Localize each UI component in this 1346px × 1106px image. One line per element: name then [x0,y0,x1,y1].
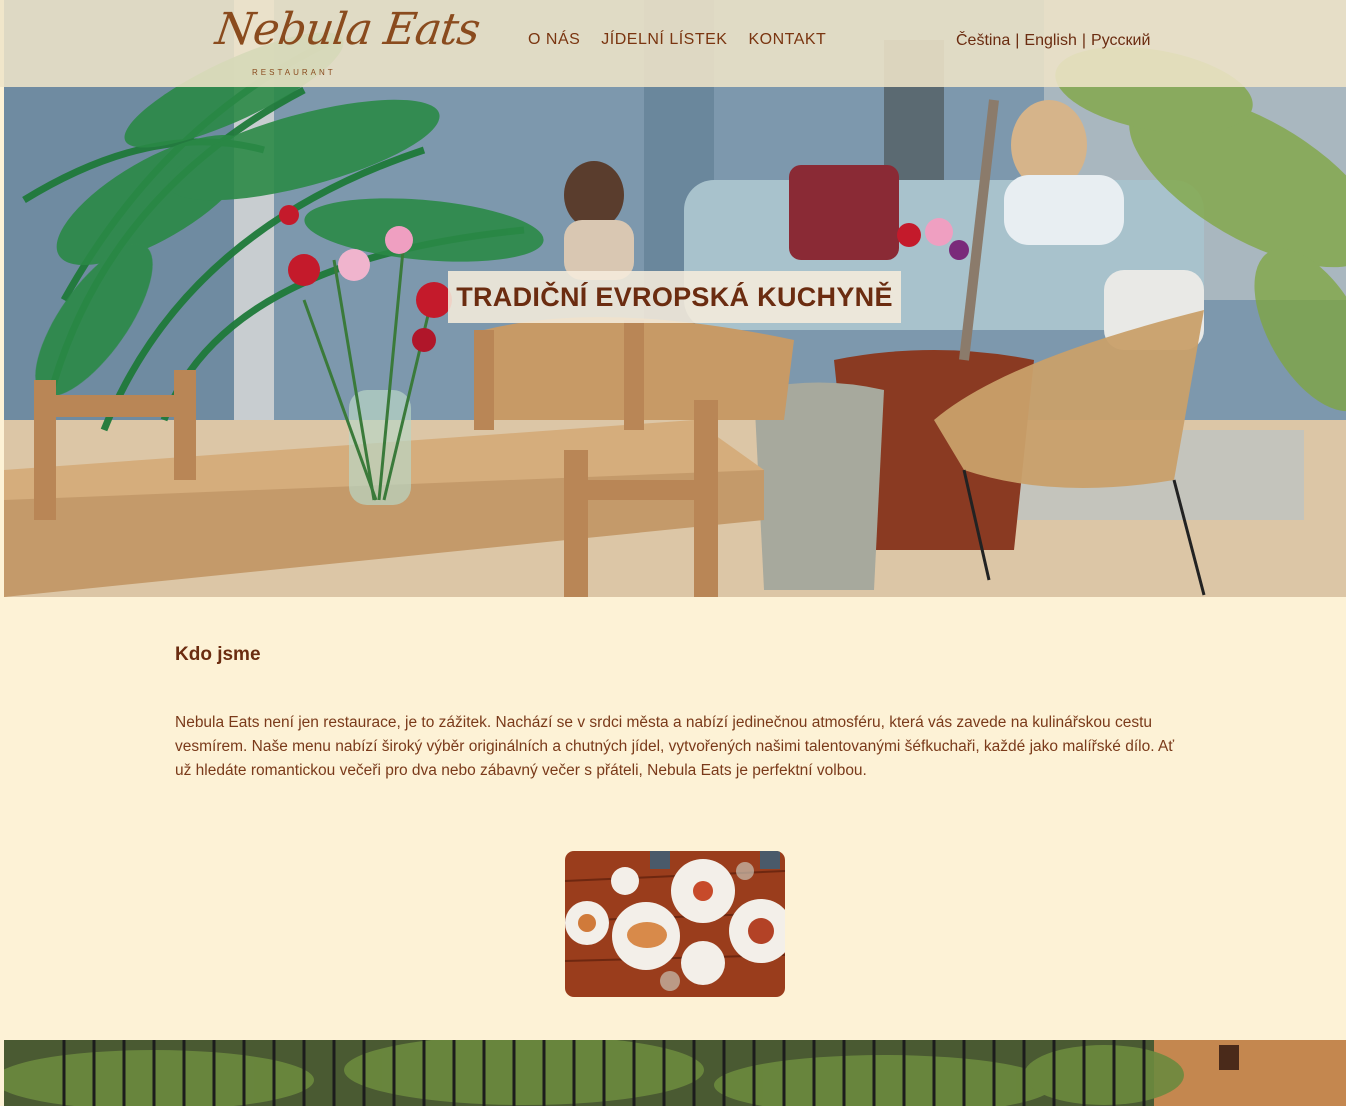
nav-link-menu[interactable]: JÍDELNÍ LÍSTEK [601,31,727,49]
logo-script-text: Nebula Eats [212,4,483,55]
garden-photo-graphic [4,1040,1346,1106]
brand-logo[interactable]: Nebula Eats RESTAURANT [212,4,482,80]
food-photo-graphic [565,851,785,997]
logo-subtitle: RESTAURANT [252,68,336,77]
nav-link-contact[interactable]: KONTAKT [748,31,826,49]
garden-photo-strip [4,1040,1346,1106]
language-switcher: Čeština | English | Русский [956,32,1150,50]
site-header: Nebula Eats RESTAURANT O NÁS JÍDELNÍ LÍS… [0,0,1346,87]
hero-title: TRADIČNÍ EVROPSKÁ KUCHYNĚ [456,281,893,312]
about-heading: Kdo jsme [175,644,261,665]
lang-link-russian[interactable]: Русский [1091,32,1150,50]
lang-separator: | [1015,32,1020,49]
lang-separator: | [1081,32,1087,49]
food-photo [565,851,785,997]
about-paragraph: Nebula Eats není jen restaurace, je to z… [175,714,1175,779]
hero-title-box: TRADIČNÍ EVROPSKÁ KUCHYNĚ [448,271,901,323]
main-nav: O NÁS JÍDELNÍ LÍSTEK KONTAKT [528,31,826,49]
lang-link-czech[interactable]: Čeština [956,32,1010,50]
nav-link-about[interactable]: O NÁS [528,31,580,49]
lang-link-english[interactable]: English [1024,32,1076,50]
